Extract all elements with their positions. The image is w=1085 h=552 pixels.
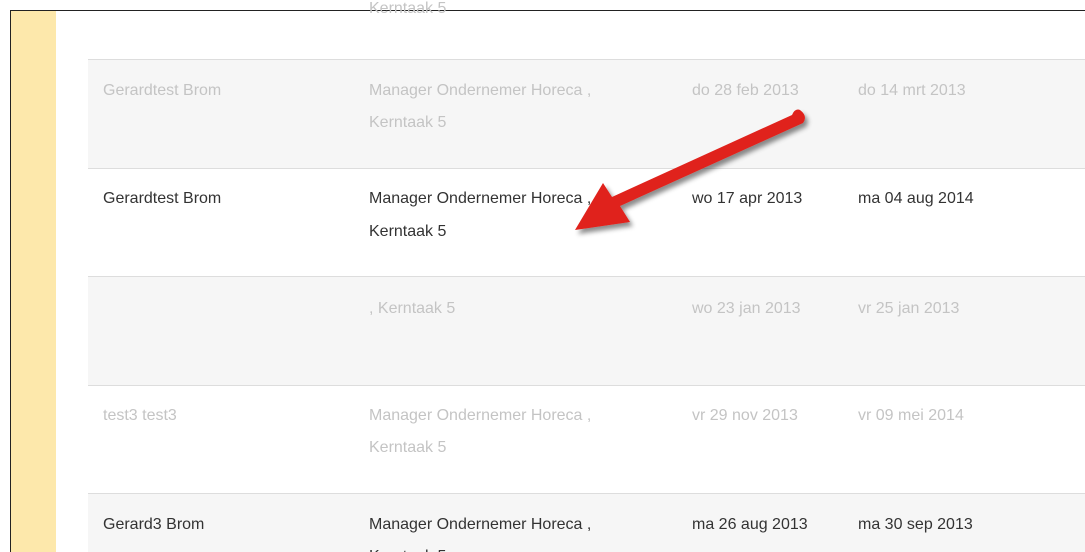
row-name: Gerardtest Brom (103, 190, 222, 207)
table-row[interactable]: Gerardtest Brom Manager Ondernemer Horec… (88, 168, 1085, 276)
row-opleiding-line1: , Kerntaak 5 (369, 300, 456, 317)
row-opleiding-line1: Manager Ondernemer Horeca , (369, 407, 592, 424)
results-table: Kerntaak 5 Gerardtest Brom Manager Onder… (88, 0, 1085, 552)
row-opleiding-line1: Manager Ondernemer Horeca , (369, 516, 592, 533)
row-opleiding-line1: Manager Ondernemer Horeca , (369, 190, 592, 207)
table-row[interactable]: Gerardtest Brom Manager Ondernemer Horec… (88, 59, 1085, 168)
row-start-date: do 28 feb 2013 (692, 82, 799, 99)
row-end-date: vr 25 jan 2013 (858, 300, 960, 317)
table-row[interactable]: Gerard3 Brom Manager Ondernemer Horeca ,… (88, 493, 1085, 552)
row-opleiding-line1: Manager Ondernemer Horeca , (369, 82, 592, 99)
screenshot-frame: Kerntaak 5 Gerardtest Brom Manager Onder… (0, 0, 1085, 552)
row-name: Gerardtest Brom (103, 82, 222, 99)
row-opleiding-line2: Kerntaak 5 (369, 439, 447, 456)
table-row[interactable]: , Kerntaak 5 wo 23 jan 2013 vr 25 jan 20… (88, 276, 1085, 385)
row-end-date: do 14 mrt 2013 (858, 82, 966, 99)
frame-border-left (10, 10, 11, 552)
row-opleiding-line2: Kerntaak 5 (369, 114, 447, 131)
row-start-date: vr 29 nov 2013 (692, 407, 798, 424)
row-start-date: wo 17 apr 2013 (692, 190, 803, 207)
row-end-date: ma 30 sep 2013 (858, 516, 973, 533)
row-name: test3 test3 (103, 407, 177, 424)
table-row[interactable]: Kerntaak 5 (88, 0, 1085, 59)
table-row[interactable]: test3 test3 Manager Ondernemer Horeca , … (88, 385, 1085, 493)
row-start-date: wo 23 jan 2013 (692, 300, 801, 317)
row-opleiding-line1: Kerntaak 5 (369, 0, 447, 17)
left-sidebar-strip (10, 10, 56, 552)
row-opleiding-line2: Kerntaak 5 (369, 223, 447, 240)
row-opleiding-line2: Kerntaak 5 (369, 542, 446, 552)
row-name: Gerard3 Brom (103, 516, 205, 533)
row-start-date: ma 26 aug 2013 (692, 516, 808, 533)
row-end-date: ma 04 aug 2014 (858, 190, 974, 207)
row-end-date: vr 09 mei 2014 (858, 407, 964, 424)
